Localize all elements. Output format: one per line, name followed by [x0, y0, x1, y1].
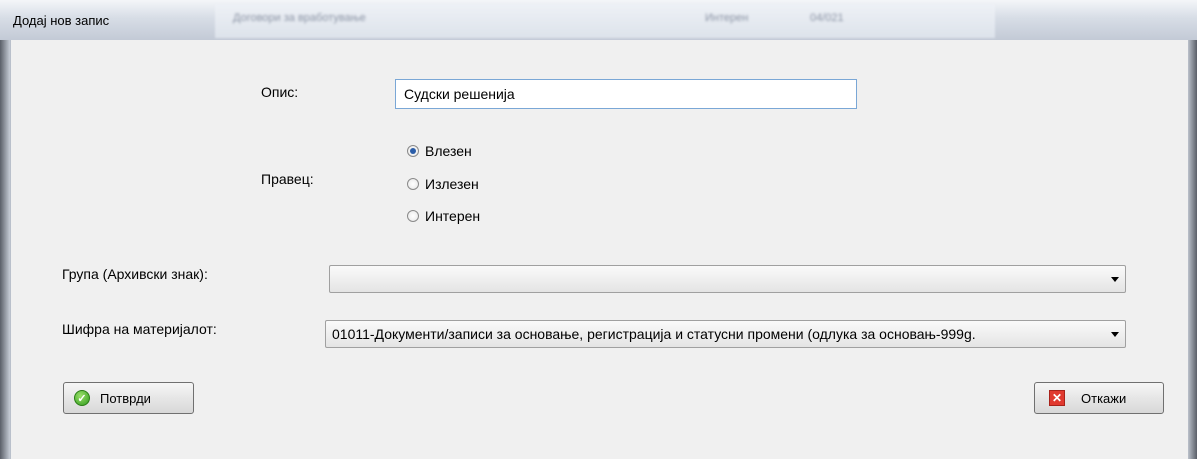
- background-text: Интерен: [705, 12, 749, 24]
- pravec-label: Правец:: [261, 171, 314, 187]
- opis-input[interactable]: [395, 79, 857, 109]
- dialog-title: Додај нов запис: [13, 13, 110, 28]
- dialog-titlebar[interactable]: Договори за вработување Интерен 04/021 Д…: [0, 0, 1197, 41]
- radio-izlezen[interactable]: Излезен: [407, 176, 479, 192]
- shifra-select-value: 01011-Документи/записи за основање, реги…: [332, 326, 976, 342]
- check-circle-icon: ✓: [74, 390, 90, 406]
- radio-unselected-icon[interactable]: [407, 210, 419, 222]
- confirm-button-label: Потврди: [100, 390, 151, 406]
- opis-label: Опис:: [261, 84, 299, 100]
- background-text: 04/021: [810, 12, 844, 24]
- radio-vlezen-label: Влезен: [425, 143, 472, 159]
- background-text: Договори за вработување: [233, 12, 366, 24]
- shifra-label: Шифра на материјалот:: [62, 321, 217, 337]
- confirm-button[interactable]: ✓ Потврди: [63, 382, 194, 414]
- radio-interen[interactable]: Интерен: [407, 208, 480, 224]
- radio-vlezen[interactable]: Влезен: [407, 143, 472, 159]
- shifra-select[interactable]: 01011-Документи/записи за основање, реги…: [325, 320, 1126, 348]
- window-border-right: [1187, 40, 1197, 459]
- close-box-icon: ✕: [1049, 390, 1065, 406]
- chevron-down-icon[interactable]: [1111, 277, 1119, 282]
- radio-izlezen-label: Излезен: [425, 176, 479, 192]
- grupa-label: Група (Архивски знак):: [62, 266, 208, 282]
- cancel-button[interactable]: ✕ Откажи: [1034, 382, 1164, 414]
- radio-interen-label: Интерен: [425, 208, 481, 224]
- radio-unselected-icon[interactable]: [407, 178, 419, 190]
- chevron-down-icon[interactable]: [1111, 332, 1119, 337]
- window-border-left: [0, 40, 10, 459]
- cancel-button-label: Откажи: [1081, 390, 1127, 406]
- radio-selected-icon[interactable]: [407, 145, 419, 157]
- grupa-select[interactable]: [329, 265, 1126, 293]
